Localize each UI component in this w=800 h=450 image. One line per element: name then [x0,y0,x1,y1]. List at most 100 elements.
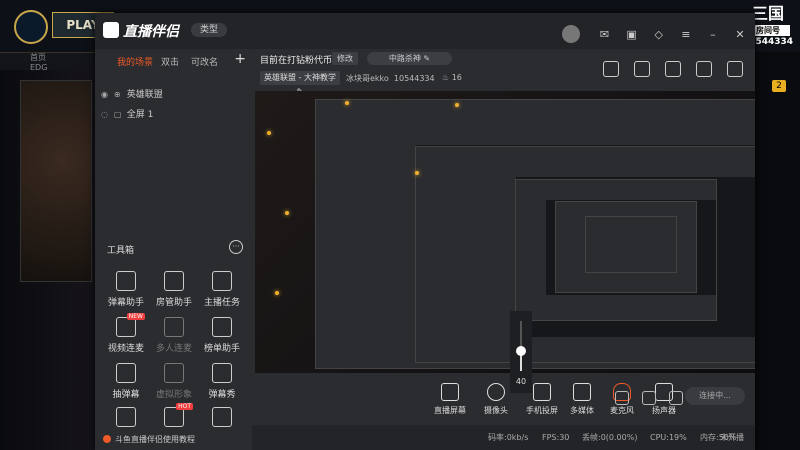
tool-label: 虚拟形象 [155,390,192,400]
volume-slider[interactable]: 40 [510,311,532,393]
connecting-button[interactable]: 连接中... [685,387,745,405]
tool-more-3[interactable] [197,407,247,429]
ember [285,211,289,215]
toolbox-more-icon[interactable]: ··· [229,240,243,254]
multi-link-icon [164,317,184,337]
hot-value: 16 [451,73,462,82]
stream-info-header: 目前在打钻粉代币 修改 中路杀神 ✎ 英雄联盟 - 大神教学 ✎ 冰块哥ekko… [252,49,755,96]
add-scene-button[interactable]: + [234,51,246,67]
danmu-show-icon [212,363,232,383]
tool-draw-danmu[interactable]: 抽弹幕 [101,363,151,409]
source-row[interactable]: ◌ ▢ 全屏 1 [101,107,251,123]
settings-icon[interactable] [669,391,684,405]
tool-danmu-show[interactable]: 弹幕秀 [197,363,247,409]
source-row[interactable]: ◉ ⊕ 英雄联盟 [101,87,251,103]
fps: FPS:30 [542,433,570,442]
dropped-frames: 丢帧:0(0.00%) [582,433,638,442]
tool-label: 多人连麦 [155,344,192,354]
ember [455,103,459,107]
camera-icon [487,383,505,401]
category-label: 英雄联盟 - 大神教学 [264,73,336,82]
screen-capture-button[interactable]: 直播屏幕 [428,383,472,416]
source-label: 英雄联盟 [126,90,163,100]
rank-pill[interactable]: 中路杀神 ✎ [367,52,452,65]
tool-more-1[interactable] [101,407,151,429]
shirt-icon[interactable]: ◇ [652,28,666,42]
tool-label: 弹幕秀 [208,390,236,400]
tool-video-link[interactable]: NEW 视频连麦 [101,313,151,363]
tool-label: 视频连麦 [107,344,144,354]
left-panel: 我的场景 双击 可改名 + ◉ ⊕ 英雄联盟 ◌ ▢ 全屏 1 工具箱 ··· … [95,49,252,450]
hot-count: ♨ 16 [442,73,462,82]
new-tag: NEW [126,313,145,320]
tool-label: 弹幕助手 [107,298,144,308]
fullscreen-icon[interactable]: ▢ [114,110,124,119]
task-icon [212,271,232,291]
tool-label: 房管助手 [155,298,192,308]
tutorial-label: 斗鱼直播伴侣使用教程 [115,435,195,444]
header-icons [593,61,743,81]
category-pill[interactable]: 英雄联盟 - 大神教学 ✎ [260,71,340,96]
bell-icon[interactable] [695,61,712,77]
scene-tabs: 我的场景 双击 可改名 + [95,49,252,71]
eye-icon[interactable]: ◉ [101,90,111,99]
stream-title: 目前在打钻粉代币 [260,56,333,66]
champion-art [20,80,92,282]
tool-label: 主播任务 [203,298,240,308]
rank-label: 中路杀神 [388,54,421,63]
titlebar-icons: ✉ ▣ ◇ ≡ – ✕ [562,23,747,43]
tool-room-admin[interactable]: 房管助手 [149,271,199,317]
gift-icon[interactable]: ▣ [625,28,639,42]
lock-icon[interactable] [633,61,650,77]
phone-icon [533,383,551,401]
ember [415,171,419,175]
mail-icon[interactable]: ✉ [598,28,612,42]
bitrate: 码率:0kb/s [488,433,529,442]
nav-home[interactable]: 首页 [30,52,46,63]
video-link-icon [116,317,136,337]
tool-danmu-helper[interactable]: 弹幕助手 [101,271,151,317]
tool-host-task[interactable]: 主播任务 [197,271,247,317]
avatar[interactable] [562,24,581,43]
tool-multi-link[interactable]: 多人连麦 [149,317,199,363]
media-icon [573,383,591,401]
tutorial-link[interactable]: 斗鱼直播伴侣使用教程 [95,429,252,450]
tool-label: 抽弹幕 [112,390,140,400]
admin-icon [164,271,184,291]
room-number: 10544334 [393,74,435,83]
streamer-name: 冰块哥ekko [346,74,389,83]
media-button[interactable]: 多媒体 [560,383,604,416]
edit-title-button[interactable]: 修改 [332,52,358,65]
tool-icon [164,407,184,427]
preview-eye-icon[interactable] [642,391,657,405]
tab-double-click[interactable]: 双击 [161,55,179,68]
tool-more-2[interactable]: HOT [149,403,199,429]
room-info: 冰块哥ekko 10544334 [346,73,435,84]
danmu-icon [116,271,136,291]
volume-knob[interactable] [516,346,526,356]
status-bar: 码率:0kb/s FPS:30 丢帧:0(0.00%) CPU:19% 内存:5… [252,425,755,450]
tab-rename[interactable]: 可改名 [191,55,218,68]
control-label: 摄像头 [484,406,508,415]
share-icon[interactable] [727,61,743,77]
ember [267,131,271,135]
menu-icon[interactable]: ≡ [679,28,693,42]
draw-danmu-icon [116,363,136,383]
tab-my-scenes[interactable]: 我的场景 [117,55,153,68]
lol-logo [14,10,48,44]
layout-icon[interactable] [664,61,681,77]
nested-window-5 [585,216,677,273]
record-icon[interactable] [615,391,629,405]
ranking-icon [212,317,232,337]
preview-canvas[interactable] [255,91,755,373]
gift-box-icon[interactable] [602,61,619,77]
tool-ranking[interactable]: 榜单助手 [197,317,247,363]
type-pill[interactable]: 类型 [191,23,227,37]
minimize-icon[interactable]: – [706,28,720,42]
extra-controls [615,390,691,409]
hot-tag: HOT [176,403,193,410]
ember [275,291,279,295]
eye-hidden-icon[interactable]: ◌ [101,110,111,119]
close-icon[interactable]: ✕ [733,28,747,42]
lock-icon[interactable]: ⊕ [114,90,124,99]
